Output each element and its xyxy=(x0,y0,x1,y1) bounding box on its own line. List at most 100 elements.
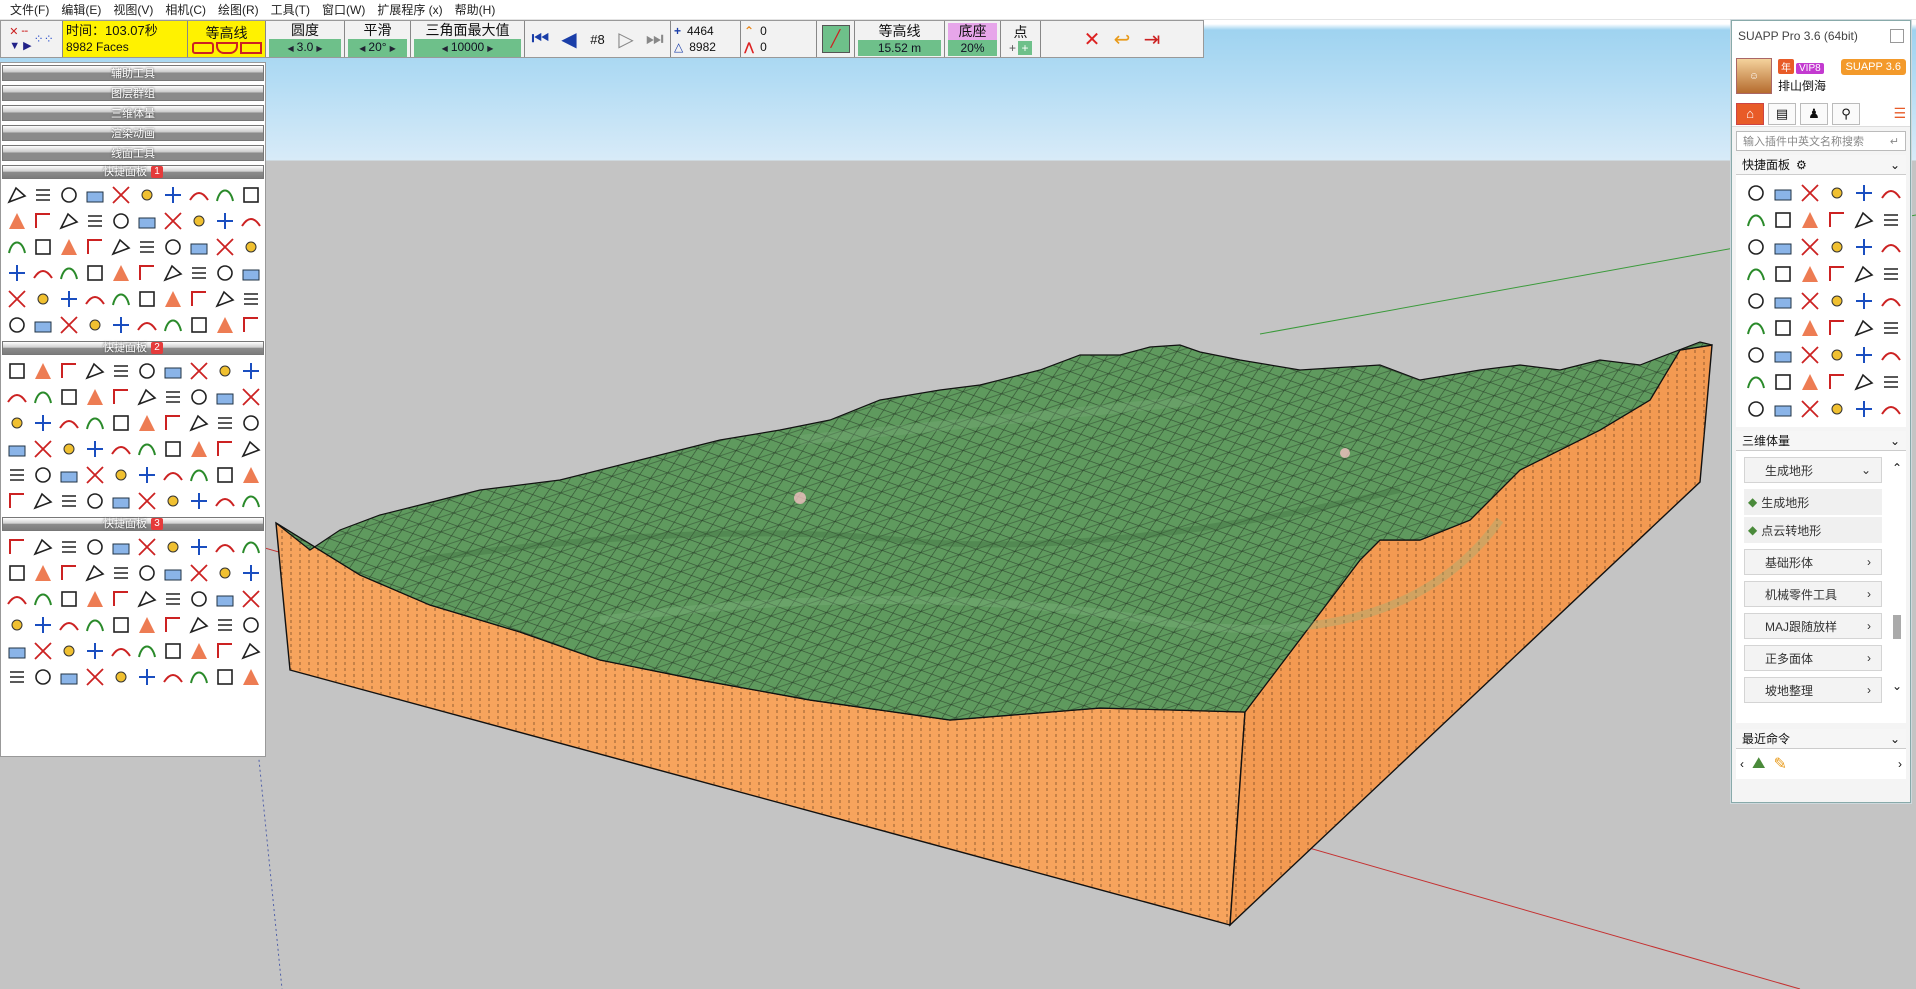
menu-draw[interactable]: 绘图(R) xyxy=(212,1,265,18)
quick-panel-1-tool-icon[interactable] xyxy=(5,261,29,285)
quick-panel-2-tool-icon[interactable] xyxy=(83,437,107,461)
quick-panel-3-tool-icon[interactable] xyxy=(57,587,81,611)
quick-panel-1-tool-icon[interactable] xyxy=(213,209,237,233)
cancel-icon[interactable]: ✕ xyxy=(1079,26,1105,52)
quick-panel-1-tool-icon[interactable] xyxy=(83,235,107,259)
quick-panel-1-tool-icon[interactable] xyxy=(57,313,81,337)
suapp-quick-tool-icon[interactable] xyxy=(1771,289,1795,313)
base-setting[interactable]: 底座 20% xyxy=(945,21,1001,57)
quick-panel-1-tool-icon[interactable] xyxy=(109,235,133,259)
suapp-quick-tool-icon[interactable] xyxy=(1879,262,1903,286)
exit-icon[interactable]: ⇥ xyxy=(1139,26,1165,52)
suapp-quick-tool-icon[interactable] xyxy=(1771,343,1795,367)
suapp-quick-tool-icon[interactable] xyxy=(1879,397,1903,421)
suapp-quick-tool-icon[interactable] xyxy=(1852,370,1876,394)
quick-panel-2-tool-icon[interactable] xyxy=(135,437,159,461)
quick-panel-2-tool-icon[interactable] xyxy=(109,411,133,435)
quick-panel-2-tool-icon[interactable] xyxy=(239,385,263,409)
suapp-quick-tool-icon[interactable] xyxy=(1798,397,1822,421)
point-add-icon[interactable]: + + xyxy=(1009,40,1032,55)
model-viewport[interactable] xyxy=(0,20,1916,989)
quick-panel-3-tool-icon[interactable] xyxy=(5,535,29,559)
quick-panel-1-tool-icon[interactable] xyxy=(109,287,133,311)
menu-tools[interactable]: 工具(T) xyxy=(265,1,316,18)
max-triangles-setting[interactable]: 三角面最大值 ◀ 10000 ▶ xyxy=(411,21,525,57)
chevron-left-icon[interactable]: ‹ xyxy=(1740,757,1744,771)
quick-panel-1-tool-icon[interactable] xyxy=(109,209,133,233)
quick-panel-2-tool-icon[interactable] xyxy=(57,359,81,383)
plugin-group-basic-shapes[interactable]: 基础形体 › xyxy=(1744,549,1882,575)
quick-panel-1-tool-icon[interactable] xyxy=(135,235,159,259)
quick-panel-3-tool-icon[interactable] xyxy=(135,535,159,559)
quick-panel-3-tool-icon[interactable] xyxy=(5,665,29,689)
quick-panel-3-tool-icon[interactable] xyxy=(239,587,263,611)
suapp-quick-tool-icon[interactable] xyxy=(1852,289,1876,313)
chevron-right-icon[interactable]: › xyxy=(1898,757,1902,771)
quick-panel-3-tool-icon[interactable] xyxy=(83,561,107,585)
quick-panel-3-tool-icon[interactable] xyxy=(109,587,133,611)
quick-panel-3-tool-icon[interactable] xyxy=(83,665,107,689)
quick-panel-1-tool-icon[interactable] xyxy=(31,261,55,285)
quick-panel-3-tool-icon[interactable] xyxy=(31,665,55,689)
quick-panel-2-tool-icon[interactable] xyxy=(109,489,133,513)
gear-icon[interactable]: ⚙ xyxy=(1796,158,1807,172)
quick-panel-2-tool-icon[interactable] xyxy=(135,411,159,435)
menu-help[interactable]: 帮助(H) xyxy=(449,1,502,18)
quick-panel-2-tool-icon[interactable] xyxy=(161,385,185,409)
quick-panel-2-tool-icon[interactable] xyxy=(213,411,237,435)
section-3d-massing[interactable]: 三维体量 xyxy=(2,105,264,121)
suapp-quick-tool-icon[interactable] xyxy=(1744,262,1768,286)
quick-panel-1-tool-icon[interactable] xyxy=(135,261,159,285)
suapp-quick-tool-icon[interactable] xyxy=(1798,208,1822,232)
quick-panel-2-tool-icon[interactable] xyxy=(5,385,29,409)
list-menu-icon[interactable]: ☰ xyxy=(1893,105,1906,122)
quick-panel-3-tool-icon[interactable] xyxy=(57,613,81,637)
quick-panel-3-tool-icon[interactable] xyxy=(213,535,237,559)
suapp-quick-tool-icon[interactable] xyxy=(1879,235,1903,259)
quick-panel-2-tool-icon[interactable] xyxy=(5,411,29,435)
section-helper-tools[interactable]: 辅助工具 xyxy=(2,65,264,81)
quick-panel-2-tool-icon[interactable] xyxy=(109,437,133,461)
quick-panel-1-tool-icon[interactable] xyxy=(57,287,81,311)
suapp-quick-tool-icon[interactable] xyxy=(1771,316,1795,340)
quick-panel-2-tool-icon[interactable] xyxy=(239,437,263,461)
quick-panel-3-tool-icon[interactable] xyxy=(57,665,81,689)
quick-panel-section[interactable]: 快捷面板 ⚙ ⌄ xyxy=(1736,155,1906,175)
quick-panel-2-tool-icon[interactable] xyxy=(31,489,55,513)
quick-panel-2-tool-icon[interactable] xyxy=(213,463,237,487)
quick-panel-1-tool-icon[interactable] xyxy=(83,313,107,337)
quick-panel-1-tool-icon[interactable] xyxy=(135,287,159,311)
quick-panel-3-tool-icon[interactable] xyxy=(83,639,107,663)
quick-panel-1-tool-icon[interactable] xyxy=(83,183,107,207)
quick-panel-3-tool-icon[interactable] xyxy=(57,639,81,663)
quick-panel-2-tool-icon[interactable] xyxy=(31,411,55,435)
suapp-quick-tool-icon[interactable] xyxy=(1825,208,1849,232)
quick-panel-3-tool-icon[interactable] xyxy=(161,639,185,663)
quick-panel-1-tool-icon[interactable] xyxy=(239,235,263,259)
quick-panel-2-tool-icon[interactable] xyxy=(239,411,263,435)
suapp-quick-tool-icon[interactable] xyxy=(1744,289,1768,313)
quick-panel-3-tool-icon[interactable] xyxy=(5,587,29,611)
quick-panel-2-tool-icon[interactable] xyxy=(213,489,237,513)
quick-panel-3-tool-icon[interactable] xyxy=(213,613,237,637)
quick-panel-1-tool-icon[interactable] xyxy=(213,261,237,285)
quick-panel-2-tool-icon[interactable] xyxy=(83,359,107,383)
suapp-quick-tool-icon[interactable] xyxy=(1879,181,1903,205)
section-render-animation[interactable]: 渲染动画 xyxy=(2,125,264,141)
quick-panel-1-tool-icon[interactable] xyxy=(239,287,263,311)
quick-panel-3-tool-icon[interactable] xyxy=(31,587,55,611)
menu-file[interactable]: 文件(F) xyxy=(4,1,55,18)
quick-panel-1-tool-icon[interactable] xyxy=(213,183,237,207)
quick-panel-2-tool-icon[interactable] xyxy=(161,463,185,487)
plugin-group-follow-loft[interactable]: MAJ跟随放样 › xyxy=(1744,613,1882,639)
scroll-thumb[interactable] xyxy=(1893,615,1901,639)
quick-panel-2-tool-icon[interactable] xyxy=(31,359,55,383)
quick-panel-3-tool-icon[interactable] xyxy=(161,613,185,637)
quick-panel-1-tool-icon[interactable] xyxy=(187,209,211,233)
quick-panel-1-tool-icon[interactable] xyxy=(161,183,185,207)
quick-panel-1-tool-icon[interactable] xyxy=(5,235,29,259)
suapp-quick-tool-icon[interactable] xyxy=(1798,181,1822,205)
quick-panel-3-tool-icon[interactable] xyxy=(187,561,211,585)
suapp-quick-tool-icon[interactable] xyxy=(1798,316,1822,340)
suapp-quick-tool-icon[interactable] xyxy=(1771,262,1795,286)
